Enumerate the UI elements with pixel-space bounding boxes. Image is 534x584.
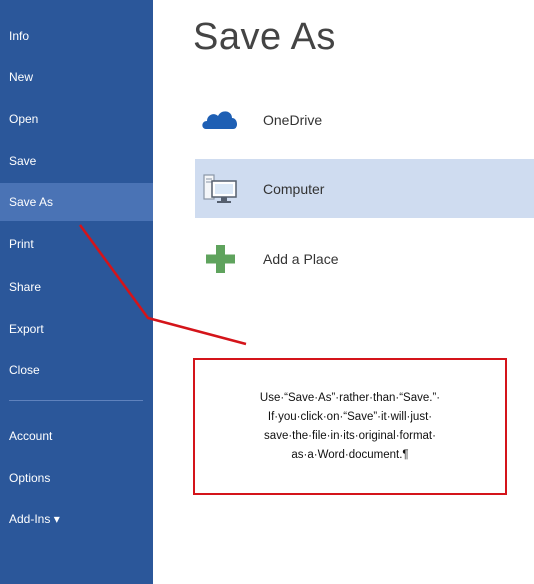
nav-item-open[interactable]: Open: [0, 111, 153, 127]
nav-item-info[interactable]: Info: [0, 28, 153, 44]
annotation-text: Use·“Save·As”·rather·than·“Save.”· If·yo…: [259, 391, 441, 461]
nav-item-close[interactable]: Close: [0, 362, 153, 378]
nav-item-options[interactable]: Options: [0, 470, 153, 486]
plus-icon: [200, 242, 240, 276]
place-onedrive[interactable]: OneDrive: [195, 92, 534, 147]
nav-item-export[interactable]: Export: [0, 321, 153, 337]
annotation-callout: Use·“Save·As”·rather·than·“Save.”· If·yo…: [193, 358, 507, 495]
place-label: Add a Place: [263, 250, 339, 267]
nav-item-share[interactable]: Share: [0, 279, 153, 295]
computer-icon: [200, 172, 240, 206]
backstage-sidebar: Info New Open Save Save As Print Share E…: [0, 0, 153, 584]
place-label: OneDrive: [263, 111, 323, 128]
place-add-a-place[interactable]: Add a Place: [195, 231, 534, 286]
sidebar-divider: [9, 400, 143, 401]
nav-item-add-ins[interactable]: Add-Ins ▾: [0, 511, 153, 527]
nav-item-print[interactable]: Print: [0, 236, 153, 252]
nav-item-save[interactable]: Save: [0, 153, 153, 169]
place-computer[interactable]: Computer: [195, 159, 534, 218]
nav-item-save-as[interactable]: Save As: [0, 183, 153, 221]
cloud-icon: [200, 103, 240, 137]
place-label: Computer: [263, 180, 325, 197]
page-title: Save As: [193, 16, 336, 58]
nav-item-account[interactable]: Account: [0, 428, 153, 444]
nav-item-new[interactable]: New: [0, 69, 153, 85]
